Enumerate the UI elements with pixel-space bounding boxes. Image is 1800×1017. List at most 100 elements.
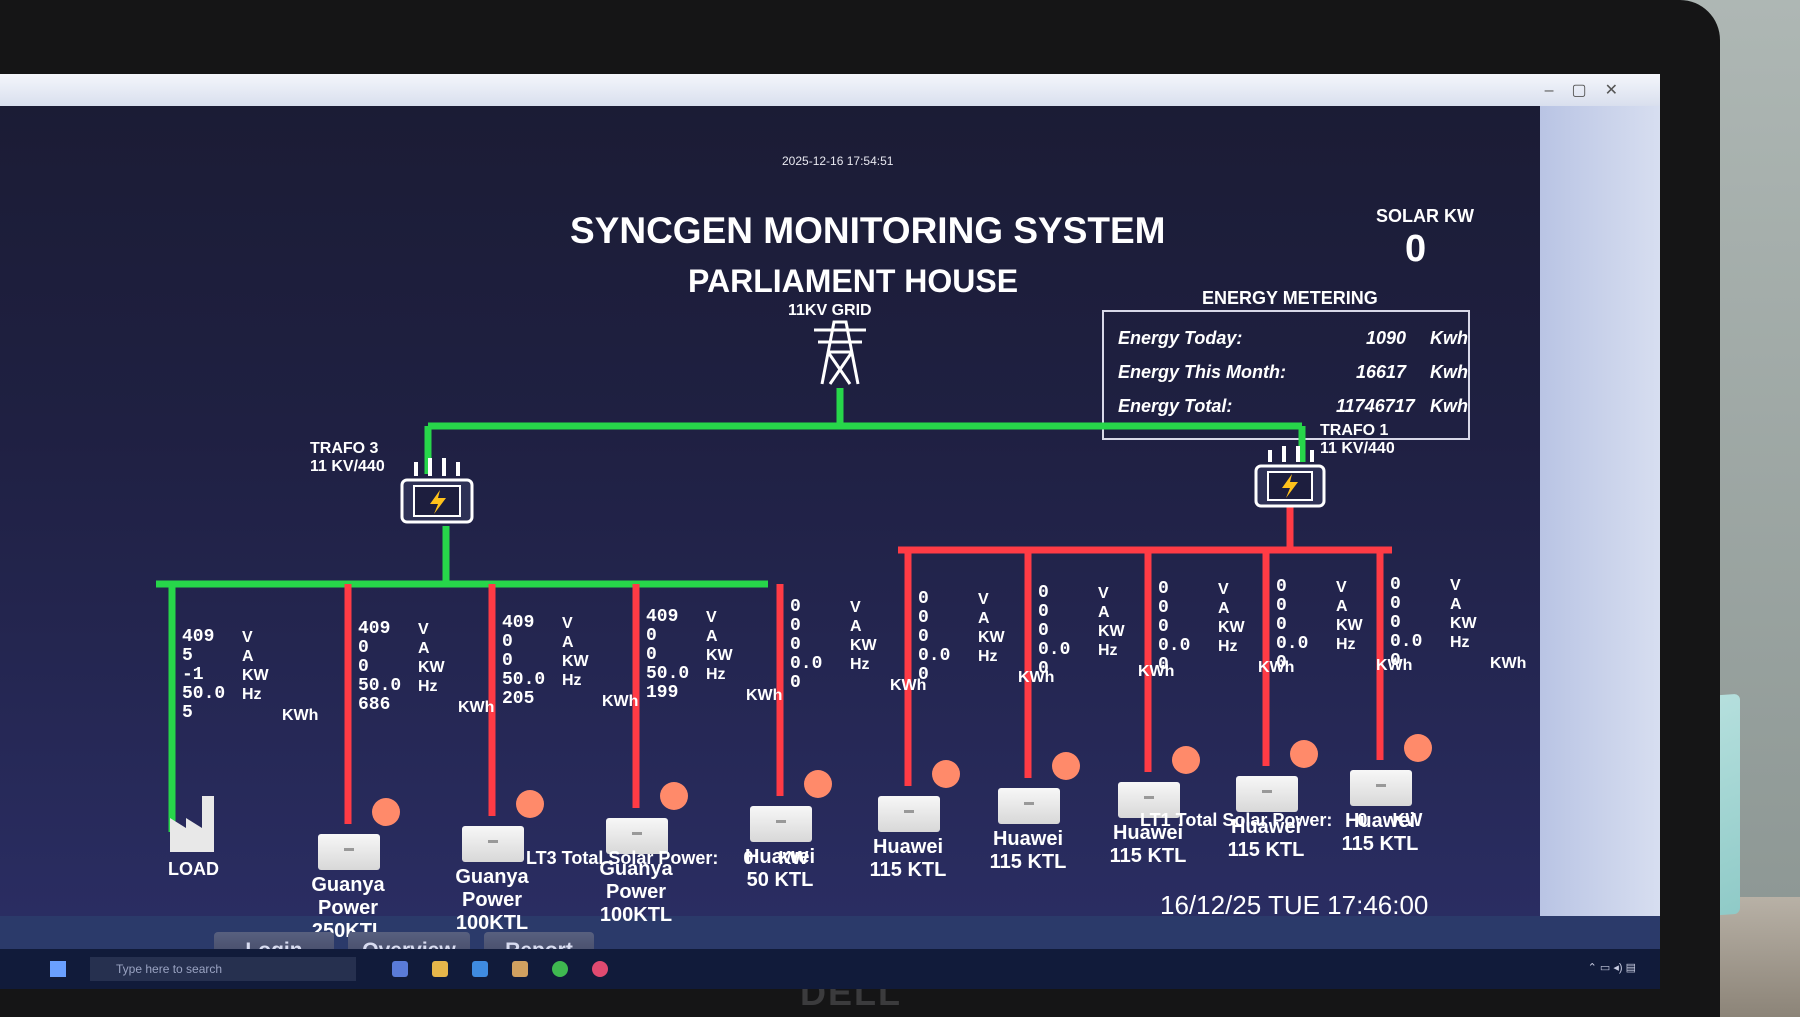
meter-unit: V (1218, 581, 1229, 598)
grid-tower-icon (814, 320, 866, 385)
meter-unit: A (1098, 604, 1110, 621)
meter-value: 409 (502, 613, 535, 633)
meter-unit: A (562, 634, 574, 651)
meter-unit: Hz (1218, 638, 1238, 655)
inverter-icon[interactable] (878, 796, 940, 832)
windows-start-icon[interactable] (50, 961, 66, 977)
trafo3-name: TRAFO 3 (310, 440, 379, 457)
meter-value: 5 (182, 646, 193, 666)
lt3-total-unit: KW (778, 848, 809, 868)
meter-unit: KWh (282, 707, 319, 724)
meter-value: 0 (918, 665, 929, 685)
meter-unit: Hz (850, 656, 870, 673)
inverter-icon[interactable] (318, 834, 380, 870)
meter-value: 50.0 (182, 684, 226, 704)
meter-value: 0 (1158, 579, 1169, 599)
inverter-icon[interactable] (1236, 776, 1298, 812)
meter-unit: V (242, 629, 253, 646)
system-tray[interactable]: ⌃ ▭ ◂) ▤ (1588, 961, 1636, 974)
edge-icon[interactable] (392, 961, 408, 977)
lt1-busbar (898, 506, 1392, 554)
status-indicator (516, 790, 544, 818)
meter-unit: V (1336, 579, 1347, 596)
meter-unit: KWh (458, 699, 495, 716)
meter-value: 0 (1276, 653, 1287, 673)
meter-value: 0.0 (1276, 634, 1309, 654)
window-controls[interactable]: –▢✕ (1545, 80, 1636, 100)
meter-unit: KW (242, 667, 269, 684)
meter-values: 409 5 -1 50.0 5 (182, 628, 225, 723)
load-label: LOAD (168, 859, 219, 879)
meter-value: 0 (502, 632, 513, 652)
meter-unit: Hz (1098, 642, 1118, 659)
meter-unit: KWh (1490, 655, 1527, 672)
meter-value: 0 (1038, 583, 1049, 603)
meter-value: 0 (1390, 594, 1401, 614)
meter-unit: KWh (746, 687, 783, 704)
meter-unit: A (1336, 598, 1348, 615)
meter-value: 5 (182, 703, 193, 723)
status-indicator (1052, 752, 1080, 780)
meter-unit: Hz (562, 672, 582, 689)
single-line-diagram (156, 320, 1392, 852)
meter-values: 0 0 0 0.0 0 (790, 598, 822, 693)
lt1-total-value: 0 (1357, 810, 1368, 830)
app-icon[interactable] (472, 961, 488, 977)
meter-values: 0 0 0 0.0 0 (1038, 584, 1070, 679)
meter-unit: Hz (418, 678, 438, 695)
trafo1-icon (1254, 446, 1326, 508)
chrome-icon[interactable] (552, 961, 568, 977)
inverter-icon[interactable] (462, 826, 524, 862)
meter-value: 0 (1158, 655, 1169, 675)
lt1-total-label: LT1 Total Solar Power: (1140, 810, 1333, 830)
meter-value: 0 (358, 657, 369, 677)
meter-value: 0 (1276, 615, 1287, 635)
lt3-total-label: LT3 Total Solar Power: (526, 848, 719, 868)
window-titlebar: –▢✕ (0, 74, 1660, 106)
meter-values: 409 0 0 50.0 205 (502, 614, 545, 709)
meter-values: 0 0 0 0.0 0 (1390, 576, 1422, 671)
meter-unit: V (706, 609, 717, 626)
meter-unit: KW (1336, 617, 1363, 634)
meter-unit: KW (562, 653, 589, 670)
inverter-icon[interactable] (1350, 770, 1412, 806)
lt1-total-unit: KW (1392, 810, 1423, 830)
meter-value: 0.0 (1390, 632, 1423, 652)
meter-value: 0 (1158, 598, 1169, 618)
inverter-icon[interactable] (750, 806, 812, 842)
screen: –▢✕ 2025-12-16 17:54:51 SYNCGEN MONITORI… (0, 74, 1660, 989)
meter-unit: KW (1450, 615, 1477, 632)
lt1-total: LT1 Total Solar Power: 0 KW (1140, 810, 1422, 831)
meter-value: 0 (1390, 575, 1401, 595)
meter-value: 0.0 (1158, 636, 1191, 656)
inverter-icon[interactable] (998, 788, 1060, 824)
side-pane (1540, 106, 1660, 916)
meter-unit: Hz (242, 686, 262, 703)
meter-unit: V (418, 621, 429, 638)
meter-unit: V (1098, 585, 1109, 602)
meter-value: 50.0 (646, 664, 690, 684)
meter-unit: A (706, 628, 718, 645)
trafo1-rating: 11 KV/440 (1320, 440, 1395, 457)
meter-unit: A (978, 610, 990, 627)
app-icon[interactable] (592, 961, 608, 977)
meter-value: 205 (502, 689, 535, 709)
meter-unit: V (562, 615, 573, 632)
meter-value: 686 (358, 695, 391, 715)
meter-value: 0 (790, 597, 801, 617)
inverter-label: Guanya Power 100KTL (455, 866, 529, 934)
meter-value: 0 (790, 635, 801, 655)
meter-unit: KW (1098, 623, 1125, 640)
meter-value: 0 (1158, 617, 1169, 637)
taskbar-search[interactable]: Type here to search (90, 957, 356, 981)
meter-value: 0 (918, 627, 929, 647)
app-icon[interactable] (512, 961, 528, 977)
folder-icon[interactable] (432, 961, 448, 977)
trafo3-label: TRAFO 3 11 KV/440 (310, 440, 385, 476)
clock-display: 16/12/25 TUE 17:46:00 (1160, 890, 1429, 920)
meter-value: 0 (790, 616, 801, 636)
meter-value: 409 (646, 607, 679, 627)
status-indicator (660, 782, 688, 810)
status-indicator (1404, 734, 1432, 762)
meter-unit: KW (1218, 619, 1245, 636)
